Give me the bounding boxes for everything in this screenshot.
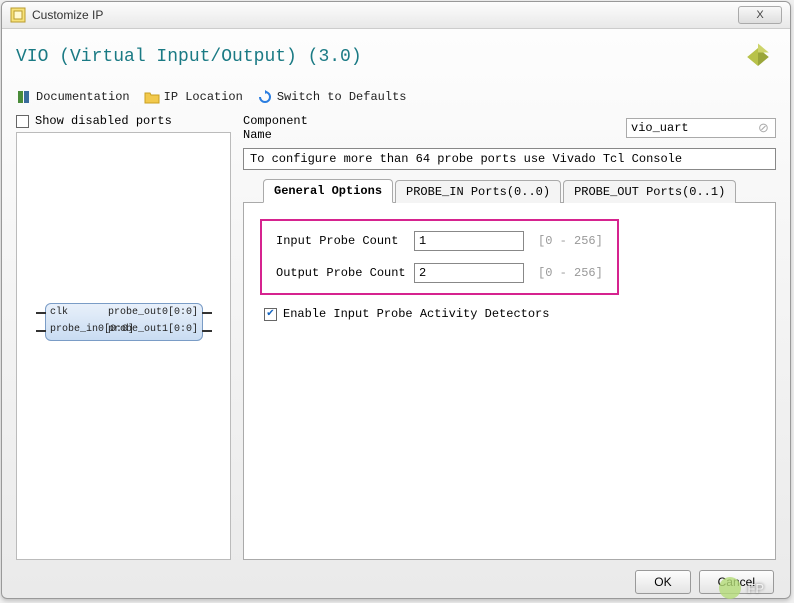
tab-general-options[interactable]: General Options — [263, 179, 393, 203]
tabs: General Options PROBE_IN Ports(0..0) PRO… — [243, 178, 776, 203]
component-name-label: Component Name — [243, 114, 343, 142]
output-probe-count-label: Output Probe Count — [276, 266, 406, 280]
input-probe-count-label: Input Probe Count — [276, 234, 406, 248]
show-disabled-checkbox[interactable] — [16, 115, 29, 128]
page-title: VIO (Virtual Input/Output) (3.0) — [16, 47, 362, 67]
window-title: Customize IP — [32, 8, 738, 22]
tab-probe-out[interactable]: PROBE_OUT Ports(0..1) — [563, 180, 736, 203]
close-button[interactable]: X — [738, 6, 782, 24]
titlebar: Customize IP X — [2, 2, 790, 29]
cancel-button[interactable]: Cancel — [699, 570, 774, 594]
app-icon — [10, 7, 26, 23]
port-clk: clk — [50, 307, 68, 318]
info-message: To configure more than 64 probe ports us… — [243, 148, 776, 170]
toolbar-label: Switch to Defaults — [277, 90, 407, 104]
tab-probe-in[interactable]: PROBE_IN Ports(0..0) — [395, 180, 561, 203]
highlight-box: Input Probe Count [0 - 256] Output Probe… — [260, 219, 619, 295]
toolbar-label: IP Location — [164, 90, 243, 104]
enable-activity-checkbox[interactable]: ✔ — [264, 308, 277, 321]
documentation-button[interactable]: Documentation — [16, 89, 130, 105]
vivado-logo-icon — [740, 39, 776, 75]
ip-preview: clk probe_in0[0:0] probe_out0[0:0] probe… — [16, 132, 231, 560]
folder-icon — [144, 89, 160, 105]
input-probe-range: [0 - 256] — [538, 234, 603, 248]
toolbar: Documentation IP Location Switch to Defa… — [16, 85, 776, 114]
ok-button[interactable]: OK — [635, 570, 690, 594]
toolbar-label: Documentation — [36, 90, 130, 104]
ip-block-symbol: clk probe_in0[0:0] probe_out0[0:0] probe… — [45, 303, 203, 341]
output-probe-count-input[interactable] — [414, 263, 524, 283]
refresh-icon — [257, 89, 273, 105]
port-probe-out1: probe_out1[0:0] — [108, 324, 198, 335]
output-probe-range: [0 - 256] — [538, 266, 603, 280]
component-name-input[interactable] — [626, 118, 776, 138]
tab-content-general: Input Probe Count [0 - 256] Output Probe… — [243, 203, 776, 560]
book-icon — [16, 89, 32, 105]
switch-defaults-button[interactable]: Switch to Defaults — [257, 89, 407, 105]
port-probe-out0: probe_out0[0:0] — [108, 307, 198, 318]
ip-location-button[interactable]: IP Location — [144, 89, 243, 105]
input-probe-count-input[interactable] — [414, 231, 524, 251]
show-disabled-label: Show disabled ports — [35, 114, 172, 128]
clear-icon[interactable]: ⊘ — [758, 121, 772, 135]
enable-activity-label: Enable Input Probe Activity Detectors — [283, 307, 549, 321]
